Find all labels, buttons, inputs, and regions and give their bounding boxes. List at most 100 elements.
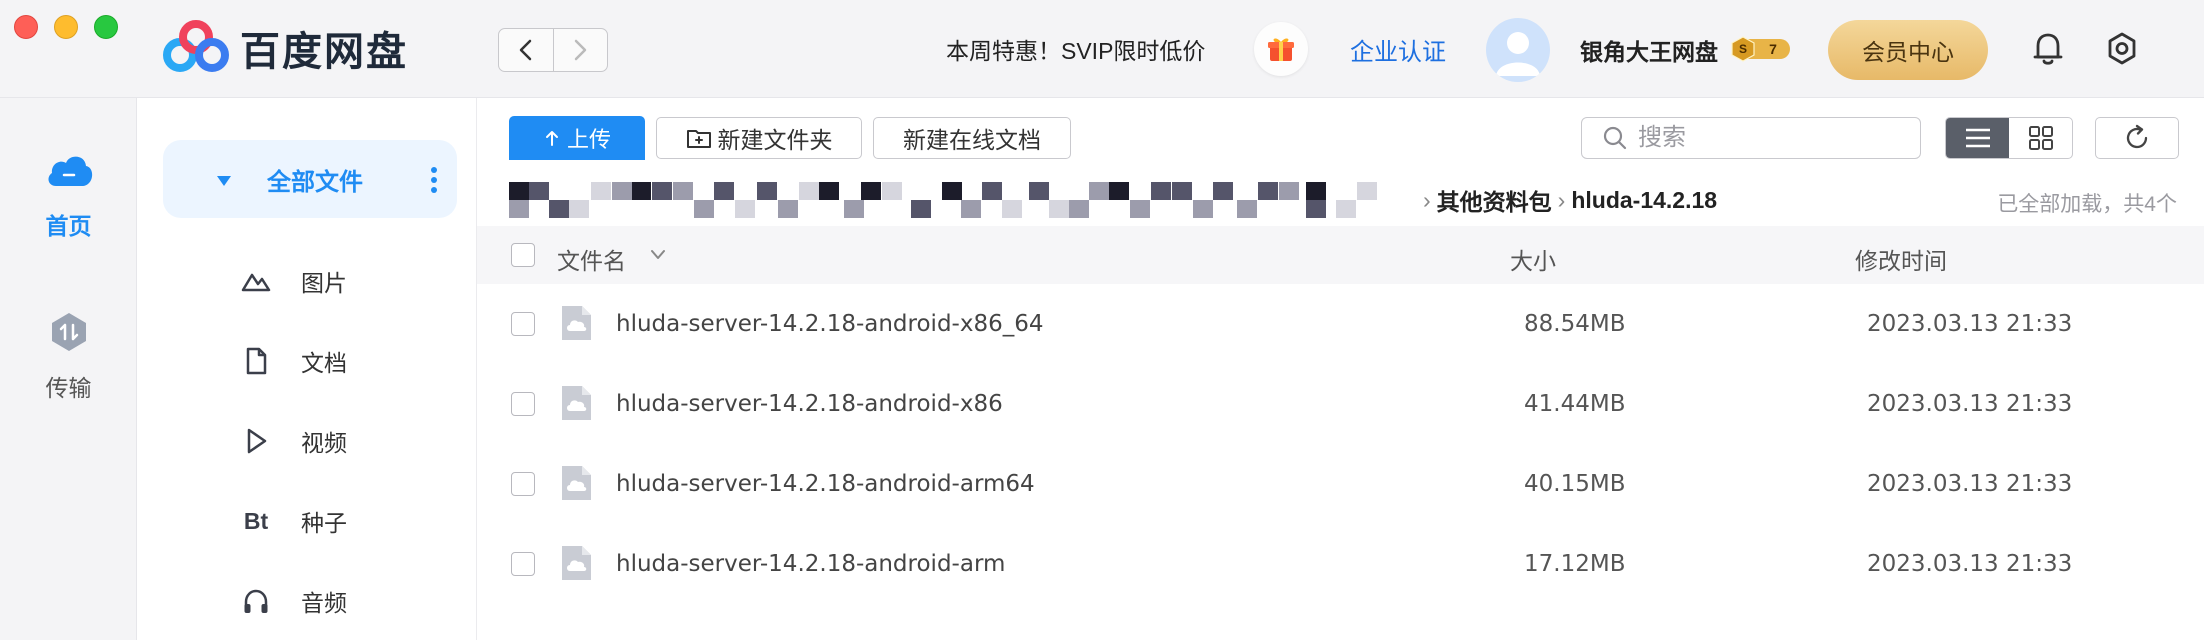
grid-view-icon	[2028, 126, 2053, 150]
search-box[interactable]	[1581, 117, 1921, 159]
window-minimize-button[interactable]	[54, 15, 78, 39]
document-icon	[246, 347, 267, 375]
file-name[interactable]: hluda-server-14.2.18-android-x86	[616, 391, 1003, 417]
new-online-doc-button[interactable]: 新建在线文档	[873, 117, 1071, 159]
app-name: 百度网盘	[240, 29, 408, 75]
grid-view-button[interactable]	[2009, 118, 2072, 158]
sort-chevron-down-icon[interactable]	[649, 248, 667, 262]
row-checkbox[interactable]	[511, 552, 535, 576]
chevron-left-icon	[519, 39, 531, 61]
search-input[interactable]	[1638, 124, 1908, 152]
refresh-button[interactable]	[2095, 117, 2179, 159]
search-icon	[1603, 126, 1627, 150]
image-icon	[241, 273, 271, 292]
forward-button[interactable]	[552, 29, 608, 71]
window-maximize-button[interactable]	[94, 15, 118, 39]
breadcrumb-item-parent[interactable]: 其他资料包	[1437, 183, 1552, 217]
more-vertical-icon[interactable]	[428, 166, 440, 194]
breadcrumb: › 其他资料包 › hluda-14.2.18 已全部加载，共4个	[509, 178, 2189, 222]
column-header-size[interactable]: 大小	[1510, 242, 1556, 276]
sidebar-item-label: 文档	[301, 350, 347, 376]
file-modified-time: 2023.03.13 21:33	[1867, 391, 2073, 417]
sidebar-item-documents[interactable]: 文档	[241, 341, 347, 381]
member-center-button[interactable]: 会员中心	[1828, 20, 1988, 80]
rail-transfer-label: 传输	[45, 375, 92, 401]
rail-home-label: 首页	[45, 213, 92, 239]
caret-down-icon[interactable]	[215, 174, 233, 188]
window-close-button[interactable]	[14, 15, 38, 39]
breadcrumb-separator: ›	[1423, 186, 1431, 213]
upload-button[interactable]: 上传	[509, 116, 645, 160]
rail-item-home[interactable]: 首页	[0, 148, 137, 241]
bell-icon	[2033, 33, 2063, 65]
file-size: 88.54MB	[1524, 311, 1626, 337]
enterprise-verify-link[interactable]: 企业认证	[1350, 32, 1446, 67]
settings-button[interactable]	[2104, 30, 2140, 73]
sidebar-item-images[interactable]: 图片	[241, 261, 347, 301]
rail-item-transfer[interactable]: 传输	[0, 310, 137, 403]
svg-text:S: S	[1739, 42, 1747, 56]
file-size: 40.15MB	[1524, 471, 1626, 497]
file-name[interactable]: hluda-server-14.2.18-android-arm	[616, 551, 1005, 577]
primary-sidebar: 首页 传输	[0, 98, 137, 640]
file-size: 41.44MB	[1524, 391, 1626, 417]
table-row[interactable]: hluda-server-14.2.18-android-x86 41.44MB…	[477, 364, 2204, 444]
redacted-path-mosaic	[509, 178, 1409, 222]
list-view-icon	[1965, 128, 1990, 148]
select-all-checkbox[interactable]	[511, 243, 535, 267]
sidebar-item-label: 种子	[301, 510, 347, 536]
table-header: 文件名 大小 修改时间	[477, 226, 2204, 284]
sidebar-item-all-files[interactable]: 全部文件	[163, 140, 457, 218]
new-folder-button[interactable]: 新建文件夹	[656, 117, 862, 159]
sidebar-item-label: 音频	[301, 590, 347, 616]
row-checkbox[interactable]	[511, 472, 535, 496]
row-checkbox[interactable]	[511, 392, 535, 416]
headphones-icon	[244, 589, 268, 613]
sidebar-item-torrents[interactable]: Bt 种子	[241, 501, 347, 541]
chevron-right-icon	[575, 39, 587, 61]
gift-icon	[1268, 38, 1294, 61]
cloud-file-icon	[562, 466, 591, 500]
table-row[interactable]: hluda-server-14.2.18-android-arm64 40.15…	[477, 444, 2204, 524]
transfer-icon	[51, 313, 86, 351]
file-name[interactable]: hluda-server-14.2.18-android-x86_64	[616, 311, 1044, 337]
sidebar-item-label: 视频	[301, 430, 347, 456]
row-checkbox[interactable]	[511, 312, 535, 336]
vip-level: 7	[1769, 41, 1777, 57]
sidebar-item-videos[interactable]: 视频	[241, 421, 347, 461]
cloud-icon	[48, 156, 92, 186]
column-header-name[interactable]: 文件名	[557, 242, 626, 276]
column-header-modified[interactable]: 修改时间	[1855, 242, 1947, 276]
cloud-file-icon	[562, 546, 591, 580]
load-status: 已全部加载，共4个	[1997, 193, 2177, 216]
avatar[interactable]	[1486, 18, 1550, 82]
breadcrumb-separator: ›	[1557, 186, 1566, 213]
upload-label: 上传	[566, 127, 611, 152]
torrent-icon: Bt	[243, 507, 269, 534]
back-button[interactable]	[499, 29, 553, 71]
file-modified-time: 2023.03.13 21:33	[1867, 551, 2073, 577]
svip-level-badge: S 7	[1731, 36, 1790, 62]
category-sidebar: 全部文件 图片 文档 视频 Bt 种子 音频	[137, 98, 477, 640]
file-modified-time: 2023.03.13 21:33	[1867, 311, 2073, 337]
title-bar: 百度网盘 本周特惠！SVIP限时低价 企业认证 银角大王网盘 S 7 会员中心	[0, 0, 2204, 98]
refresh-icon	[2126, 124, 2148, 149]
sidebar-item-label: 图片	[301, 270, 347, 296]
table-row[interactable]: hluda-server-14.2.18-android-arm 17.12MB…	[477, 524, 2204, 604]
table-row[interactable]: hluda-server-14.2.18-android-x86_64 88.5…	[477, 284, 2204, 364]
cloud-file-icon	[562, 386, 591, 420]
history-navigation	[498, 28, 608, 72]
sidebar-item-audio[interactable]: 音频	[241, 581, 347, 621]
promo-text[interactable]: 本周特惠！SVIP限时低价	[946, 32, 1205, 66]
all-files-label: 全部文件	[267, 168, 363, 196]
file-size: 17.12MB	[1524, 551, 1626, 577]
list-view-button[interactable]	[1946, 118, 2009, 158]
file-modified-time: 2023.03.13 21:33	[1867, 471, 2073, 497]
notification-button[interactable]	[2030, 30, 2066, 73]
file-name[interactable]: hluda-server-14.2.18-android-arm64	[616, 471, 1035, 497]
gift-button[interactable]	[1254, 22, 1308, 76]
username[interactable]: 银角大王网盘	[1580, 33, 1718, 67]
new-folder-label: 新建文件夹	[717, 127, 833, 153]
app-logo: 百度网盘	[162, 18, 408, 78]
view-mode-toggle	[1945, 117, 2073, 159]
